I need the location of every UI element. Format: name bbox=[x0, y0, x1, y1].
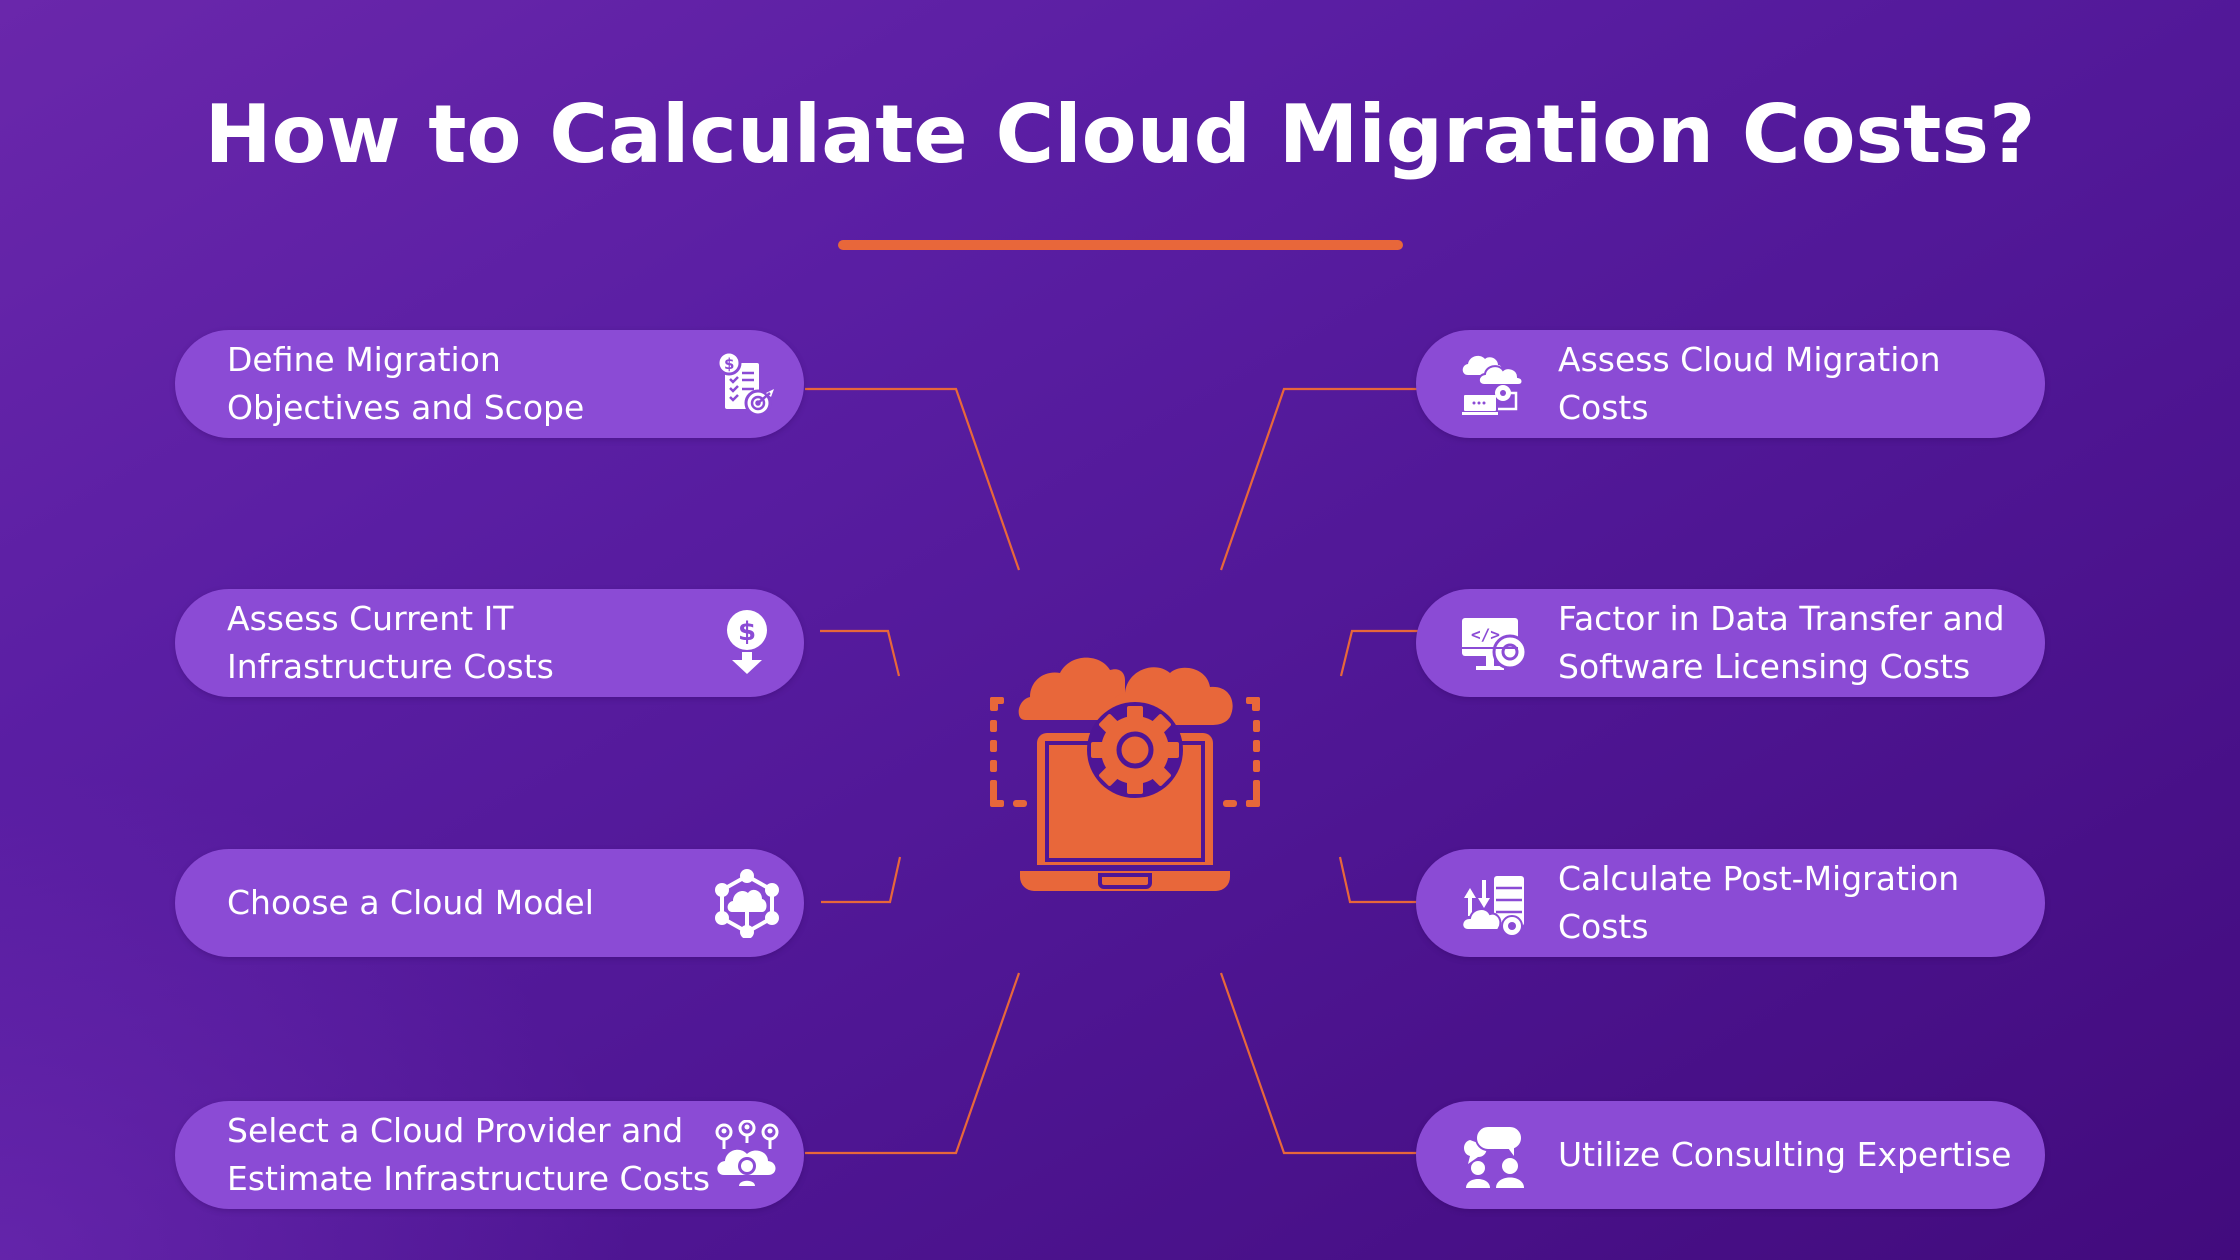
connector-left-4 bbox=[805, 972, 1021, 1155]
svg-text:</>: </> bbox=[1471, 625, 1500, 644]
server-cloud-transfer-icon bbox=[1458, 868, 1528, 938]
step-consulting-expertise[interactable]: Utilize Consulting Expertise bbox=[1416, 1101, 2045, 1209]
dollar-down-arrow-icon: $ bbox=[712, 608, 782, 678]
connector-left-2 bbox=[820, 629, 901, 677]
connector-right-4 bbox=[1219, 972, 1435, 1155]
consulting-chat-people-icon bbox=[1458, 1120, 1528, 1190]
step-select-cloud-provider[interactable]: Select a Cloud Provider and Estimate Infr… bbox=[175, 1101, 804, 1209]
connector-left-1 bbox=[805, 387, 1021, 571]
step-label: Choose a Cloud Model bbox=[227, 883, 594, 922]
connector-left-3 bbox=[821, 856, 902, 904]
step-label: Factor in Data Transfer and Software Lice… bbox=[1558, 599, 2005, 686]
cloud-users-icon bbox=[712, 1120, 782, 1190]
step-post-migration-costs[interactable]: Calculate Post-Migration Costs bbox=[1416, 849, 2045, 957]
step-choose-cloud-model[interactable]: Choose a Cloud Model bbox=[175, 849, 804, 957]
cloud-laptop-gear-icon bbox=[1458, 349, 1528, 419]
step-label: Select a Cloud Provider and Estimate Infr… bbox=[227, 1111, 711, 1198]
checklist-dollar-target-icon: $ bbox=[712, 349, 782, 419]
connector-right-3 bbox=[1338, 856, 1419, 904]
svg-text:$: $ bbox=[724, 355, 734, 373]
step-label: Assess Current IT Infrastructure Costs bbox=[227, 599, 554, 686]
step-label: Utilize Consulting Expertise bbox=[1558, 1135, 2012, 1174]
monitor-code-gear-icon: </> bbox=[1458, 608, 1528, 678]
step-assess-current-it[interactable]: Assess Current IT Infrastructure Costs $ bbox=[175, 589, 804, 697]
step-assess-cloud-migration[interactable]: Assess Cloud Migration Costs bbox=[1416, 330, 2045, 438]
cloud-network-icon bbox=[712, 868, 782, 938]
svg-text:$: $ bbox=[738, 617, 756, 647]
step-label: Assess Cloud Migration Costs bbox=[1558, 340, 1941, 427]
step-label: Calculate Post-Migration Costs bbox=[1558, 859, 1960, 946]
step-data-transfer-licensing[interactable]: </> Factor in Data Transfer and Software … bbox=[1416, 589, 2045, 697]
connector-right-2 bbox=[1339, 629, 1420, 677]
laptop-cloud-gear-icon bbox=[975, 625, 1275, 905]
step-define-objectives[interactable]: Define Migration Objectives and Scope $ bbox=[175, 330, 804, 438]
connector-right-1 bbox=[1219, 387, 1435, 571]
step-label: Define Migration Objectives and Scope bbox=[227, 340, 585, 427]
